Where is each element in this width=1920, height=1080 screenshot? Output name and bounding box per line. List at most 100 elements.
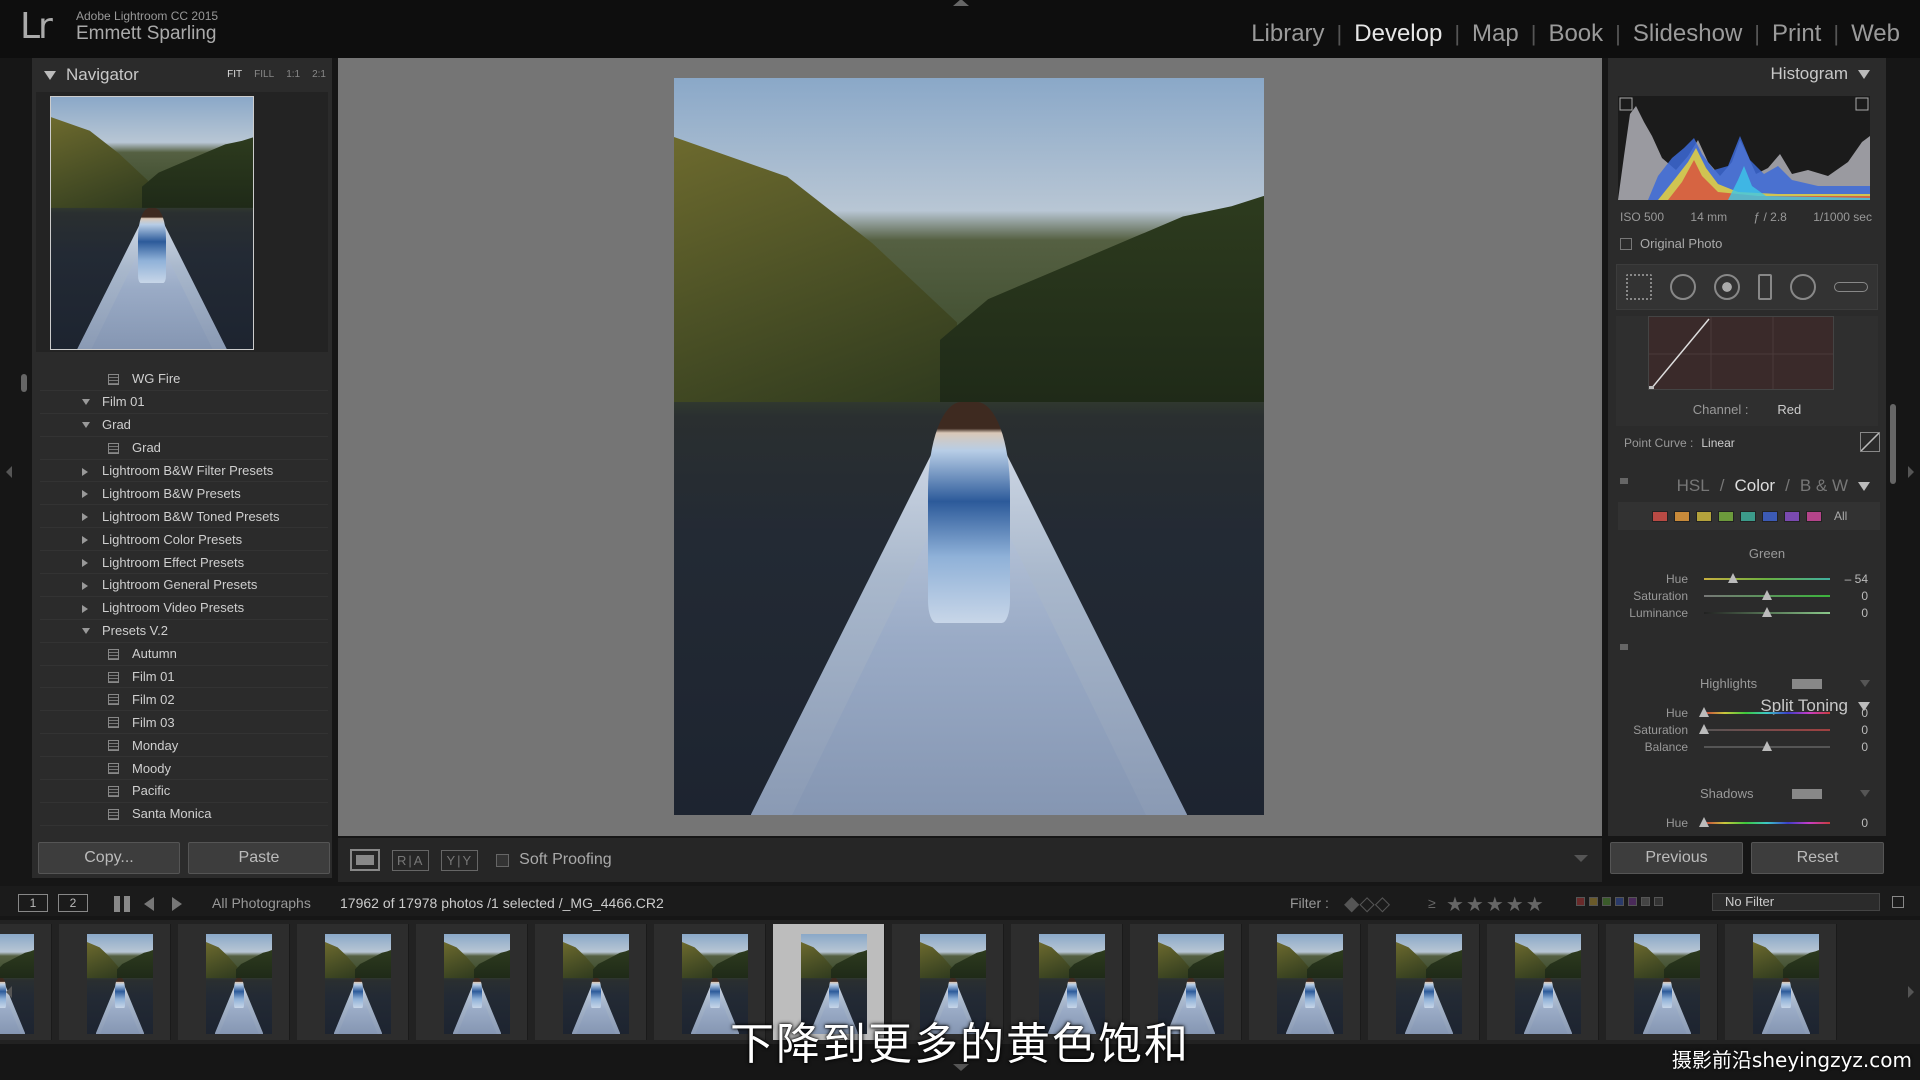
color-swatch[interactable] bbox=[1696, 510, 1712, 522]
slider-value[interactable]: 0 bbox=[1861, 723, 1868, 737]
expanded-triangle-icon[interactable] bbox=[82, 398, 90, 405]
edit-point-curve-icon[interactable] bbox=[1860, 432, 1880, 452]
collapse-top-panel-icon[interactable] bbox=[953, 0, 969, 6]
source-label[interactable]: All Photographs bbox=[212, 895, 311, 911]
preset-folder[interactable]: Film 01 bbox=[40, 391, 328, 414]
slider-thumb[interactable] bbox=[1762, 590, 1772, 600]
module-develop[interactable]: Develop bbox=[1342, 20, 1454, 48]
right-scrollbar[interactable] bbox=[1890, 404, 1896, 484]
navigator-header[interactable]: Navigator FIT FILL 1:1 2:1 bbox=[32, 58, 332, 92]
collapsed-triangle-icon[interactable] bbox=[82, 467, 88, 476]
slider-thumb[interactable] bbox=[1762, 607, 1772, 617]
collapsed-triangle-icon[interactable] bbox=[82, 559, 88, 568]
spot-removal-icon[interactable] bbox=[1670, 274, 1696, 300]
preset-item[interactable]: Autumn bbox=[40, 643, 328, 666]
radial-filter-icon[interactable] bbox=[1790, 274, 1816, 300]
color-swatch[interactable] bbox=[1806, 510, 1822, 522]
red-eye-icon[interactable] bbox=[1714, 274, 1740, 300]
tab-hsl[interactable]: HSL bbox=[1677, 476, 1710, 496]
paste-button[interactable]: Paste bbox=[188, 842, 330, 874]
preset-item[interactable]: Film 01 bbox=[40, 666, 328, 689]
reset-button[interactable]: Reset bbox=[1751, 842, 1884, 874]
slider-thumb[interactable] bbox=[1699, 817, 1709, 827]
forward-arrow-icon[interactable] bbox=[172, 897, 182, 911]
slider-value[interactable]: 0 bbox=[1861, 706, 1868, 720]
channel-value[interactable]: Red bbox=[1777, 402, 1801, 417]
tab-color[interactable]: Color bbox=[1734, 476, 1775, 496]
copy-button[interactable]: Copy... bbox=[38, 842, 180, 874]
view-2-button[interactable]: 2 bbox=[58, 894, 88, 912]
preset-item[interactable]: Film 03 bbox=[40, 711, 328, 735]
highlights-color-picker[interactable] bbox=[1792, 679, 1822, 689]
color-swatch[interactable] bbox=[1740, 510, 1756, 522]
preset-folder[interactable]: Presets V.2 bbox=[40, 620, 328, 643]
filter-preset-select[interactable]: No Filter bbox=[1712, 893, 1880, 911]
slider-saturation[interactable]: Saturation 0 bbox=[1608, 587, 1878, 605]
preset-item[interactable]: Film 02 bbox=[40, 688, 328, 712]
filmstrip-scroll-right-icon[interactable] bbox=[1908, 986, 1914, 998]
panel-toggle-icon[interactable] bbox=[1620, 644, 1628, 650]
rating-filter-stars[interactable]: ★★★★★ bbox=[1446, 892, 1546, 917]
color-swatch[interactable] bbox=[1674, 510, 1690, 522]
toolbar-menu-icon[interactable] bbox=[1574, 855, 1588, 862]
zoom-option-2-1[interactable]: 2:1 bbox=[312, 69, 326, 80]
slider-saturation[interactable]: Saturation 0 bbox=[1608, 721, 1878, 739]
color-swatch[interactable] bbox=[1718, 510, 1734, 522]
collapse-triangle-icon[interactable] bbox=[1858, 69, 1870, 79]
slider-value[interactable]: 0 bbox=[1861, 589, 1868, 603]
histogram-graph[interactable] bbox=[1618, 96, 1870, 200]
slider-hue[interactable]: Hue 0 bbox=[1608, 704, 1878, 722]
preset-item[interactable]: Santa Monica bbox=[40, 803, 328, 826]
collapse-right-panel-icon[interactable] bbox=[1908, 466, 1914, 478]
color-label-filter[interactable] bbox=[1576, 897, 1663, 906]
shadows-color-picker[interactable] bbox=[1792, 789, 1822, 799]
shadows-expand-icon[interactable] bbox=[1860, 790, 1870, 797]
before-after-icon[interactable]: R|A bbox=[392, 849, 430, 871]
collapsed-triangle-icon[interactable] bbox=[82, 536, 88, 545]
color-swatch[interactable] bbox=[1762, 510, 1778, 522]
filter-lock-icon[interactable] bbox=[1892, 896, 1904, 908]
slider-value[interactable]: 0 bbox=[1861, 606, 1868, 620]
preset-item[interactable]: Grad bbox=[40, 437, 328, 460]
back-arrow-icon[interactable] bbox=[144, 897, 154, 911]
collapse-triangle-icon[interactable] bbox=[1858, 482, 1870, 491]
preset-item[interactable]: Moody bbox=[40, 757, 328, 781]
zoom-option-1-1[interactable]: 1:1 bbox=[286, 69, 300, 80]
graduated-filter-icon[interactable] bbox=[1758, 274, 1772, 300]
slider-thumb[interactable] bbox=[1699, 724, 1709, 734]
preset-item[interactable]: WG Fire bbox=[40, 368, 328, 391]
channel-row[interactable]: Channel : Red bbox=[1608, 402, 1886, 417]
module-slideshow[interactable]: Slideshow bbox=[1621, 20, 1754, 48]
preset-folder[interactable]: Lightroom General Presets bbox=[40, 574, 328, 597]
flag-filter-icon[interactable]: ◆◇◇ bbox=[1344, 891, 1390, 916]
point-curve-select[interactable]: Linear bbox=[1701, 436, 1734, 450]
slider-hue[interactable]: Hue 0 bbox=[1608, 814, 1878, 832]
collapsed-triangle-icon[interactable] bbox=[82, 513, 88, 522]
preset-item[interactable]: Monday bbox=[40, 734, 328, 758]
navigator-thumbnail[interactable] bbox=[50, 96, 254, 350]
highlights-expand-icon[interactable] bbox=[1860, 680, 1870, 687]
slider-value[interactable]: 0 bbox=[1861, 740, 1868, 754]
histogram-header[interactable]: Histogram bbox=[1771, 64, 1870, 84]
slider-value[interactable]: – 54 bbox=[1845, 572, 1868, 586]
color-swatch[interactable] bbox=[1652, 510, 1668, 522]
collapsed-triangle-icon[interactable] bbox=[82, 582, 88, 591]
before-after-split-icon[interactable]: Y|Y bbox=[441, 849, 479, 871]
photo-count[interactable]: 17962 of 17978 photos /1 selected /_MG_4… bbox=[340, 895, 664, 911]
expanded-triangle-icon[interactable] bbox=[82, 627, 90, 634]
original-photo-toggle[interactable]: Original Photo bbox=[1620, 236, 1722, 251]
tone-curve-graph[interactable] bbox=[1648, 316, 1834, 390]
loupe-view-icon[interactable] bbox=[350, 849, 380, 871]
adjustment-brush-icon[interactable] bbox=[1834, 282, 1868, 292]
soft-proofing-checkbox[interactable] bbox=[496, 853, 510, 867]
collapse-triangle-icon[interactable] bbox=[44, 70, 56, 80]
module-web[interactable]: Web bbox=[1839, 20, 1912, 48]
expanded-triangle-icon[interactable] bbox=[82, 421, 90, 428]
view-1-button[interactable]: 1 bbox=[18, 894, 48, 912]
slider-luminance[interactable]: Luminance 0 bbox=[1608, 604, 1878, 622]
preset-item[interactable]: Pacific bbox=[40, 780, 328, 803]
panel-toggle-icon[interactable] bbox=[1620, 478, 1628, 484]
zoom-option-fill[interactable]: FILL bbox=[254, 69, 274, 80]
preset-folder[interactable]: Lightroom Effect Presets bbox=[40, 551, 328, 575]
slider-track[interactable] bbox=[1704, 712, 1830, 714]
